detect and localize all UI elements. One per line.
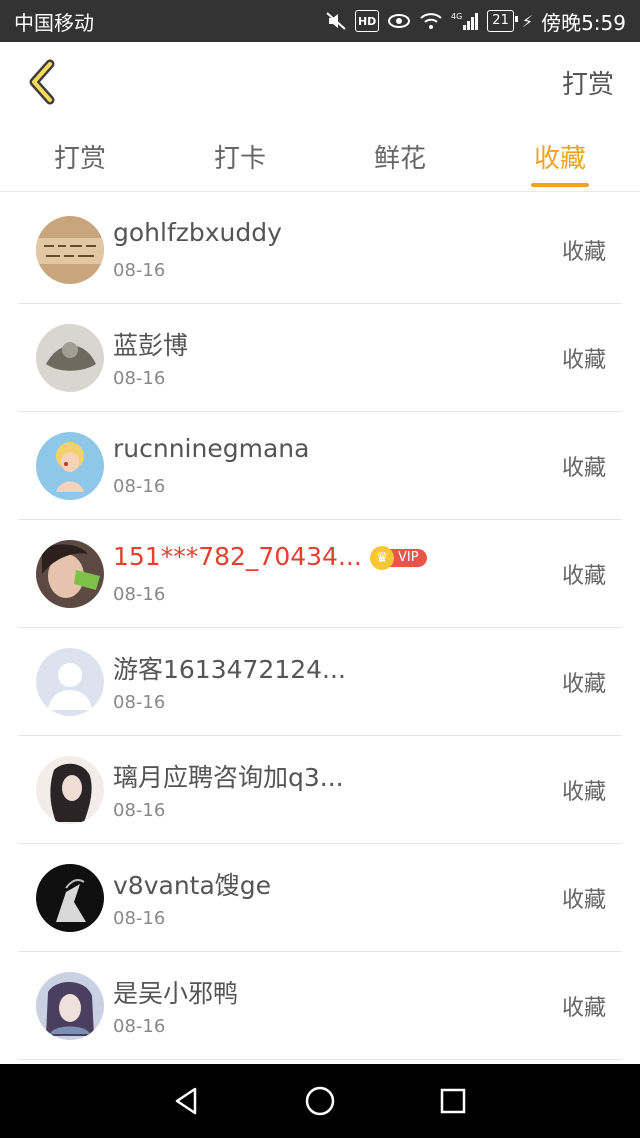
avatar[interactable] [36, 432, 104, 500]
header: 打赏 [0, 42, 640, 122]
triangle-back-icon [175, 1087, 196, 1115]
avatar[interactable] [36, 756, 104, 824]
item-action: 收藏 [561, 996, 606, 1021]
item-date: 08-16 [113, 692, 166, 713]
list-item[interactable]: 151***782_70434... ♛ VIP 08-16 收藏 [18, 520, 622, 628]
avatar[interactable] [36, 648, 104, 716]
item-action: 收藏 [561, 672, 606, 697]
crown-icon: ♛ [370, 546, 394, 570]
list-item[interactable]: gohlfzbxuddy 08-16 收藏 [18, 196, 622, 304]
user-name: gohlfzbxuddy [113, 218, 282, 247]
signal-icon: 4G [451, 10, 479, 32]
item-date: 08-16 [113, 908, 166, 929]
item-action: 收藏 [561, 240, 606, 265]
avatar[interactable] [36, 324, 104, 392]
nav-back-button[interactable] [167, 1081, 207, 1121]
list-item[interactable]: v8vanta馊ge 08-16 收藏 [18, 844, 622, 952]
favorites-list: gohlfzbxuddy 08-16 收藏 蓝彭博 08-16 收藏 rucnn… [0, 196, 640, 1060]
item-action: 收藏 [561, 780, 606, 805]
avatar[interactable] [36, 540, 104, 608]
hd-icon: HD [354, 10, 380, 32]
status-bar: 中国移动 HD 4G 21 ⚡ 傍晚5:59 [0, 0, 640, 42]
back-button[interactable] [24, 58, 64, 106]
user-name: rucnninegmana [113, 434, 310, 463]
circle-home-icon [305, 1086, 335, 1116]
mute-icon [325, 10, 347, 32]
carrier-label: 中国移动 [14, 10, 94, 35]
item-action: 收藏 [561, 888, 606, 913]
tab-favorites[interactable]: 收藏 [480, 122, 640, 191]
wifi-icon [419, 10, 443, 32]
avatar[interactable] [36, 972, 104, 1040]
charging-icon: ⚡ [521, 11, 534, 31]
item-date: 08-16 [113, 476, 166, 497]
battery-icon: 21 [487, 10, 518, 32]
nav-recents-button[interactable] [433, 1081, 473, 1121]
item-action: 收藏 [561, 564, 606, 589]
user-name: 璃月应聘咨询加q3... [113, 763, 344, 792]
user-name: v8vanta馊ge [113, 871, 272, 900]
item-date: 08-16 [113, 800, 166, 821]
tab-reward[interactable]: 打赏 [0, 122, 160, 191]
list-item[interactable]: 蓝彭博 08-16 收藏 [18, 304, 622, 412]
list-item[interactable]: 璃月应聘咨询加q3... 08-16 收藏 [18, 736, 622, 844]
eye-icon [387, 10, 411, 32]
item-action: 收藏 [561, 456, 606, 481]
item-date: 08-16 [113, 584, 166, 605]
list-item[interactable]: 游客1613472124... 08-16 收藏 [18, 628, 622, 736]
user-name: 游客1613472124... [113, 655, 346, 684]
avatar[interactable] [36, 864, 104, 932]
tab-flowers[interactable]: 鲜花 [320, 122, 480, 191]
status-icons: HD 4G 21 ⚡ 傍晚5:59 [325, 7, 626, 36]
svg-text:4G: 4G [451, 12, 462, 21]
clock: 傍晚5:59 [541, 10, 626, 35]
avatar[interactable] [36, 216, 104, 284]
user-name: 151***782_70434... [113, 542, 362, 571]
item-action: 收藏 [561, 348, 606, 373]
square-recents-icon [441, 1088, 466, 1114]
tab-bar: 打赏 打卡 鲜花 收藏 [0, 122, 640, 192]
chevron-left-icon [29, 59, 55, 105]
header-reward-button[interactable]: 打赏 [562, 64, 614, 101]
tab-checkin[interactable]: 打卡 [160, 122, 320, 191]
nav-home-button[interactable] [300, 1081, 340, 1121]
item-date: 08-16 [113, 368, 166, 389]
list-item[interactable]: 是吴小邪鸭 08-16 收藏 [18, 952, 622, 1060]
list-item[interactable]: rucnninegmana 08-16 收藏 [18, 412, 622, 520]
system-nav-bar [0, 1064, 640, 1138]
user-name: 蓝彭博 [113, 331, 189, 360]
user-name: 是吴小邪鸭 [113, 979, 239, 1008]
vip-badge: ♛ VIP [370, 546, 427, 570]
item-date: 08-16 [113, 260, 166, 281]
item-date: 08-16 [113, 1016, 166, 1037]
